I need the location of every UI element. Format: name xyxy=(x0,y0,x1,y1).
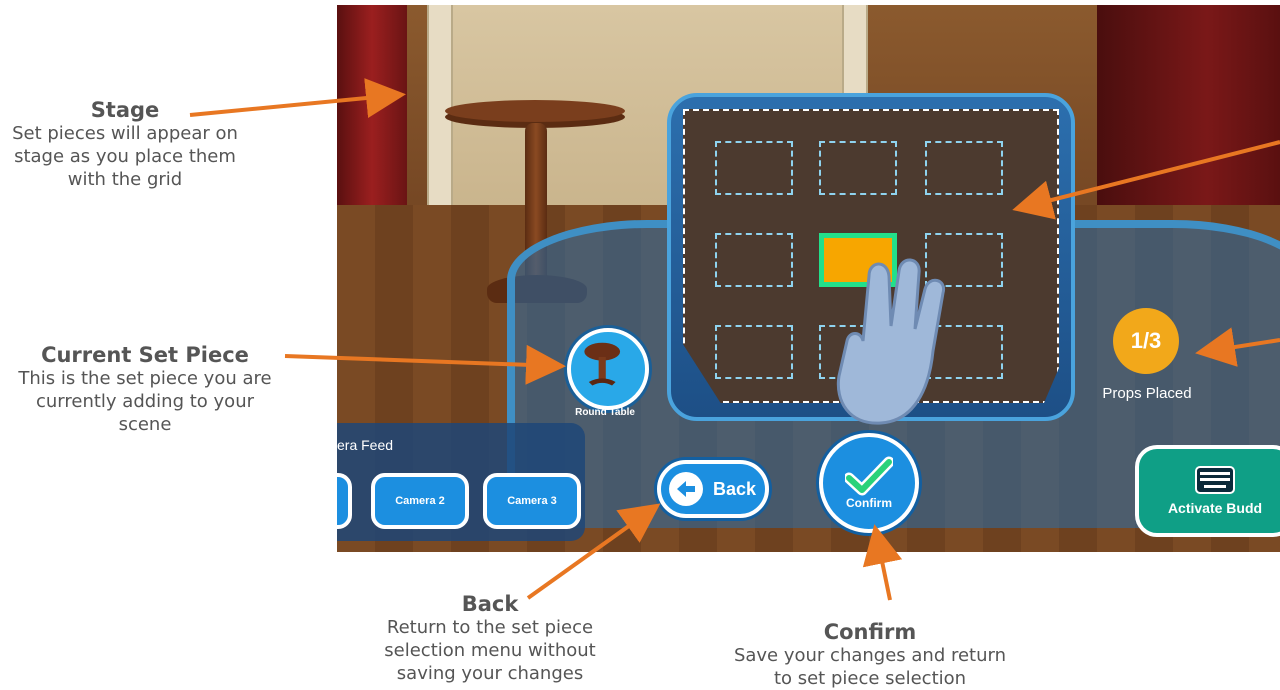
current-set-piece-annotation-desc: This is the set piece you are currently … xyxy=(18,368,272,435)
confirm-annotation-title: Confirm xyxy=(823,620,917,644)
stage-table-top xyxy=(445,100,625,122)
keyboard-icon xyxy=(1195,466,1235,494)
camera-1-button[interactable] xyxy=(337,473,352,529)
back-button[interactable]: Back xyxy=(657,460,769,518)
confirm-annotation-desc: Save your changes and return to set piec… xyxy=(733,645,1007,689)
grid-cell[interactable] xyxy=(715,325,793,379)
back-button-label: Back xyxy=(713,478,757,499)
round-table-icon xyxy=(584,342,621,386)
current-set-piece-annotation: Current Set Piece This is the set piece … xyxy=(0,343,290,436)
hand-cursor-icon xyxy=(836,258,946,425)
stage-annotation-desc: Set pieces will appear on stage as you p… xyxy=(12,123,238,190)
back-annotation: Back Return to the set piece selection m… xyxy=(340,592,640,685)
confirm-button[interactable]: Confirm xyxy=(819,433,919,533)
game-scene: Round Table era Feed Camera 2 Camera 3 B… xyxy=(337,5,1280,552)
props-placed-label: Props Placed xyxy=(1102,385,1192,402)
props-placed-count: 1/3 xyxy=(1113,308,1179,374)
current-set-piece-label: Round Table xyxy=(575,407,635,418)
camera-2-button[interactable]: Camera 2 xyxy=(371,473,469,529)
grid-cell[interactable] xyxy=(715,141,793,195)
activate-buddy-label: Activate Budd xyxy=(1167,500,1263,516)
wall-pillar xyxy=(427,5,453,205)
camera-feed-label: era Feed xyxy=(337,437,394,453)
camera-panel: era Feed Camera 2 Camera 3 xyxy=(337,423,585,541)
activate-buddy-button[interactable]: Activate Budd xyxy=(1135,445,1280,537)
grid-cell[interactable] xyxy=(925,141,1003,195)
stage-annotation: Stage Set pieces will appear on stage as… xyxy=(0,98,250,191)
back-annotation-title: Back xyxy=(461,592,519,616)
checkmark-icon xyxy=(845,456,893,496)
stage-annotation-title: Stage xyxy=(90,98,160,122)
confirm-button-label: Confirm xyxy=(846,496,892,510)
camera-3-button[interactable]: Camera 3 xyxy=(483,473,581,529)
confirm-annotation: Confirm Save your changes and return to … xyxy=(720,620,1020,690)
grid-cell[interactable] xyxy=(715,233,793,287)
back-arrow-icon xyxy=(669,472,703,506)
current-set-piece-button[interactable] xyxy=(567,328,649,410)
current-set-piece-annotation-title: Current Set Piece xyxy=(41,343,249,367)
grid-cell[interactable] xyxy=(819,141,897,195)
